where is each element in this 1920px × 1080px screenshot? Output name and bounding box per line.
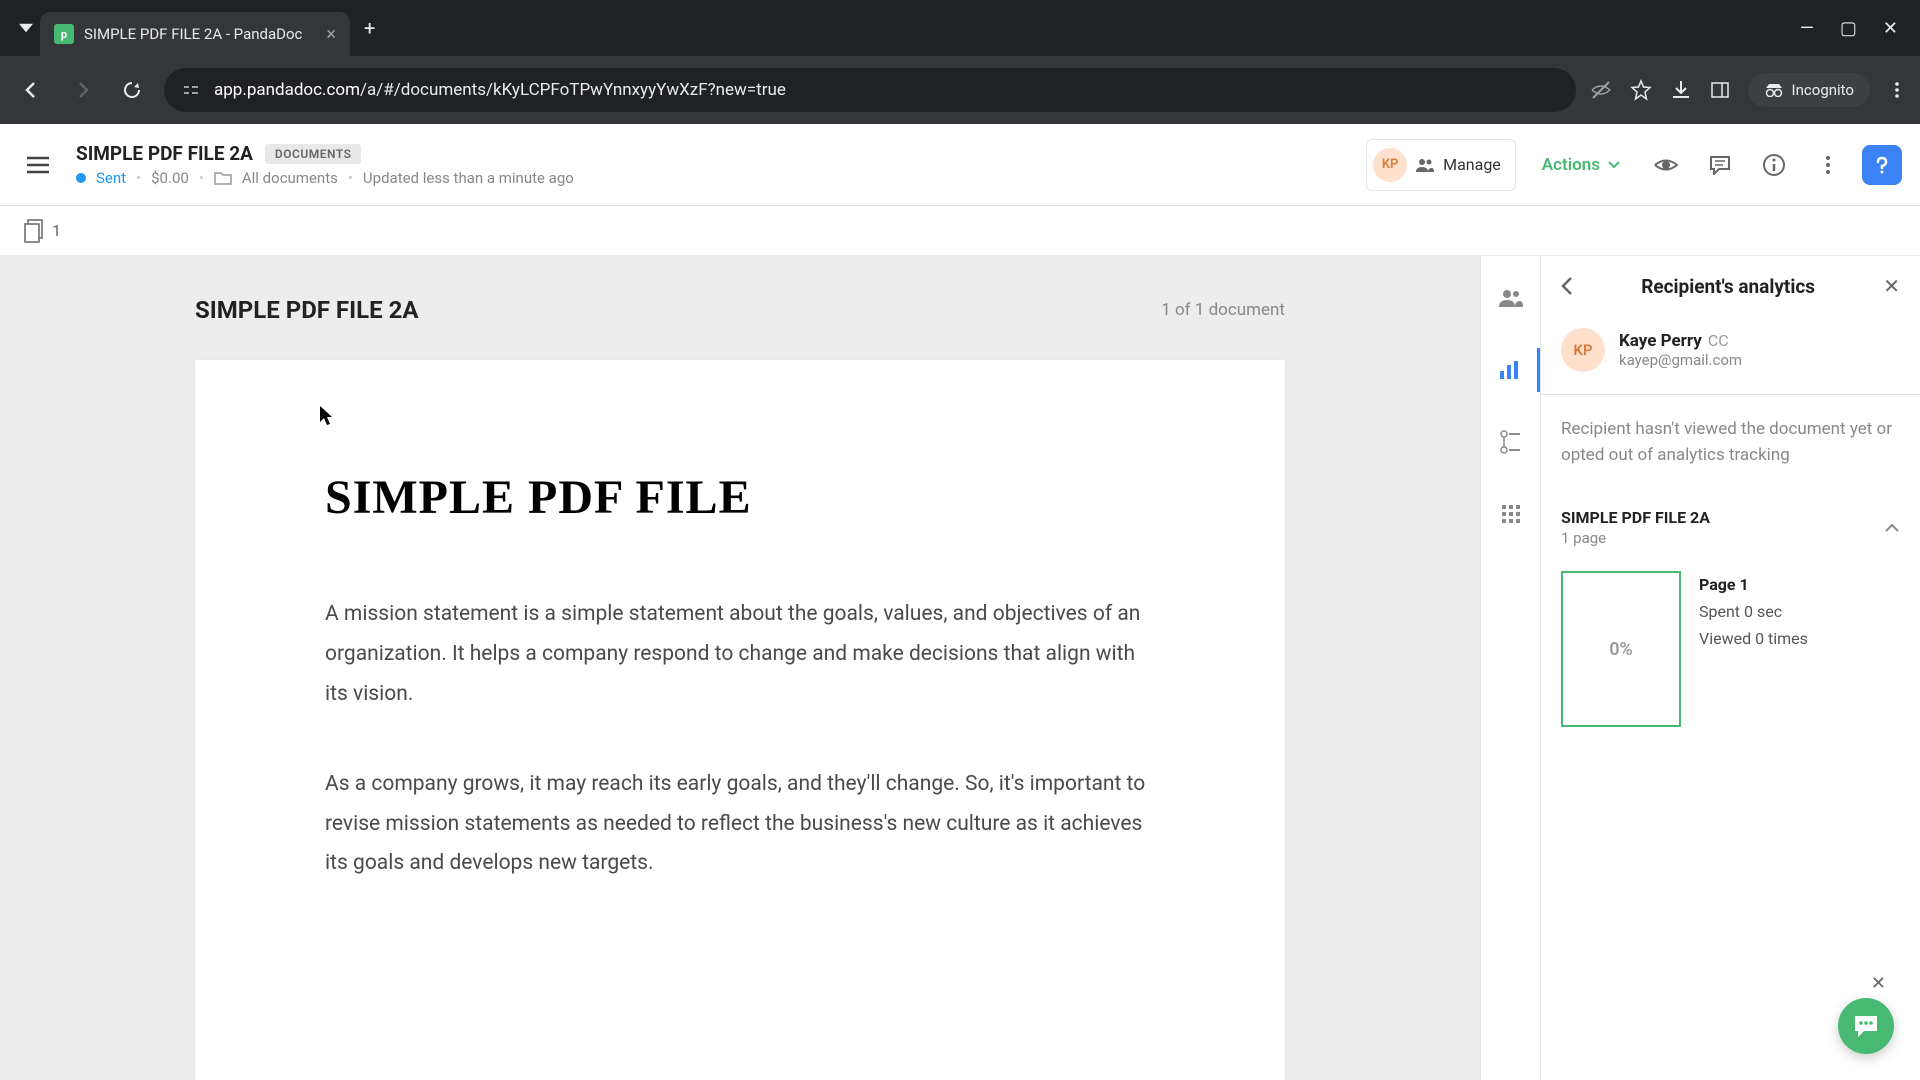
download-icon[interactable] bbox=[1670, 79, 1692, 101]
recipient-role: CC bbox=[1708, 331, 1729, 350]
forward-button[interactable] bbox=[64, 72, 100, 108]
chevron-down-icon bbox=[1608, 161, 1620, 169]
doc-section-pages: 1 page bbox=[1561, 529, 1710, 547]
document-viewport[interactable]: SIMPLE PDF FILE 2A 1 of 1 document SIMPL… bbox=[0, 256, 1480, 1080]
doc-price: $0.00 bbox=[151, 169, 189, 187]
chat-close-icon[interactable]: ✕ bbox=[1871, 973, 1886, 994]
panel-title: Recipient's analytics bbox=[1587, 275, 1869, 298]
avatar: KP bbox=[1373, 148, 1407, 182]
back-button[interactable] bbox=[14, 72, 50, 108]
page-indicator[interactable]: 1 bbox=[24, 219, 61, 243]
browser-tab[interactable]: p SIMPLE PDF FILE 2A - PandaDoc × bbox=[40, 12, 350, 56]
people-icon bbox=[1415, 157, 1435, 173]
url-bar: app.pandadoc.com/a/#/documents/kKyLCPFoT… bbox=[0, 56, 1920, 124]
doc-info: SIMPLE PDF FILE 2A DOCUMENTS Sent • $0.0… bbox=[76, 142, 1366, 187]
page-thumbnail[interactable]: 0% bbox=[1561, 571, 1681, 727]
panel-close-button[interactable]: ✕ bbox=[1883, 274, 1900, 298]
updated-text: Updated less than a minute ago bbox=[363, 169, 574, 187]
document-count: 1 of 1 document bbox=[1161, 300, 1285, 320]
close-window-icon[interactable]: ✕ bbox=[1883, 18, 1898, 39]
tab-search-dropdown[interactable] bbox=[12, 14, 40, 42]
incognito-icon bbox=[1764, 83, 1784, 97]
window-controls: — ▢ ✕ bbox=[1800, 18, 1908, 39]
more-menu-button[interactable] bbox=[1808, 145, 1848, 185]
incognito-badge[interactable]: Incognito bbox=[1748, 73, 1870, 107]
preview-button[interactable] bbox=[1646, 145, 1686, 185]
pdf-title: SIMPLE PDF FILE bbox=[325, 470, 1155, 525]
browser-chrome: p SIMPLE PDF FILE 2A - PandaDoc × + — ▢ … bbox=[0, 0, 1920, 124]
recipient-email: kayep@gmail.com bbox=[1619, 351, 1900, 369]
manage-button[interactable]: KP Manage bbox=[1366, 139, 1516, 191]
minimize-icon[interactable]: — bbox=[1800, 18, 1814, 39]
chevron-up-icon bbox=[1884, 523, 1900, 533]
tab-title: SIMPLE PDF FILE 2A - PandaDoc bbox=[84, 25, 316, 43]
site-info-icon[interactable] bbox=[182, 81, 200, 99]
not-viewed-message: Recipient hasn't viewed the document yet… bbox=[1541, 395, 1920, 490]
doc-analytics-section: SIMPLE PDF FILE 2A 1 page 0% Page 1 Spen… bbox=[1541, 490, 1920, 745]
right-rail bbox=[1480, 256, 1540, 1080]
app-header: SIMPLE PDF FILE 2A DOCUMENTS Sent • $0.0… bbox=[0, 124, 1920, 206]
reload-button[interactable] bbox=[114, 72, 150, 108]
address-bar[interactable]: app.pandadoc.com/a/#/documents/kKyLCPFoT… bbox=[164, 68, 1576, 112]
status-text: Sent bbox=[96, 169, 126, 187]
info-button[interactable] bbox=[1754, 145, 1794, 185]
analytics-icon[interactable] bbox=[1481, 348, 1540, 392]
chat-button[interactable] bbox=[1838, 998, 1894, 1054]
panel-back-button[interactable] bbox=[1561, 276, 1573, 296]
doc-section-title: SIMPLE PDF FILE 2A bbox=[1561, 508, 1710, 527]
spent-text: Spent 0 sec bbox=[1699, 598, 1808, 625]
folder-icon bbox=[214, 170, 232, 186]
pdf-paragraph-1: A mission statement is a simple statemen… bbox=[325, 595, 1155, 715]
analytics-panel: Recipient's analytics ✕ KP Kaye Perry CC … bbox=[1540, 256, 1920, 1080]
eye-off-icon[interactable] bbox=[1590, 79, 1612, 101]
folder-name[interactable]: All documents bbox=[242, 169, 338, 187]
tab-strip: p SIMPLE PDF FILE 2A - PandaDoc × + — ▢ … bbox=[0, 0, 1920, 56]
pdf-paragraph-2: As a company grows, it may reach its ear… bbox=[325, 765, 1155, 885]
comments-button[interactable] bbox=[1700, 145, 1740, 185]
favicon: p bbox=[54, 24, 74, 44]
browser-menu-icon[interactable] bbox=[1888, 81, 1906, 99]
doc-type-badge: DOCUMENTS bbox=[265, 144, 362, 164]
maximize-icon[interactable]: ▢ bbox=[1840, 18, 1857, 39]
actions-button[interactable]: Actions bbox=[1530, 147, 1632, 183]
bookmark-star-icon[interactable] bbox=[1630, 79, 1652, 101]
status-dot bbox=[76, 173, 86, 183]
tab-close-icon[interactable]: × bbox=[326, 24, 336, 45]
side-panel-icon[interactable] bbox=[1710, 80, 1730, 100]
panel-header: Recipient's analytics ✕ bbox=[1541, 256, 1920, 316]
pdf-page: SIMPLE PDF FILE A mission statement is a… bbox=[195, 360, 1285, 1080]
pages-icon bbox=[24, 219, 44, 243]
recipient-avatar: KP bbox=[1561, 328, 1605, 372]
page-stats: 0% Page 1 Spent 0 sec Viewed 0 times bbox=[1561, 571, 1900, 727]
recipient-name: Kaye Perry bbox=[1619, 331, 1702, 351]
hamburger-menu[interactable] bbox=[18, 145, 58, 185]
viewed-text: Viewed 0 times bbox=[1699, 625, 1808, 652]
document-name: SIMPLE PDF FILE 2A bbox=[195, 296, 418, 324]
header-actions: KP Manage Actions bbox=[1366, 139, 1902, 191]
url-text: app.pandadoc.com/a/#/documents/kKyLCPFoT… bbox=[214, 80, 786, 100]
page-label: Page 1 bbox=[1699, 571, 1808, 598]
new-tab-button[interactable]: + bbox=[364, 16, 375, 40]
doc-section-toggle[interactable]: SIMPLE PDF FILE 2A 1 page bbox=[1561, 508, 1900, 547]
apps-icon[interactable] bbox=[1489, 492, 1533, 536]
timeline-icon[interactable] bbox=[1489, 420, 1533, 464]
recipients-icon[interactable] bbox=[1489, 276, 1533, 320]
recipient-row: KP Kaye Perry CC kayep@gmail.com bbox=[1541, 316, 1920, 394]
sub-header: 1 bbox=[0, 206, 1920, 256]
help-button[interactable] bbox=[1862, 145, 1902, 185]
main-area: SIMPLE PDF FILE 2A 1 of 1 document SIMPL… bbox=[0, 256, 1920, 1080]
doc-title: SIMPLE PDF FILE 2A bbox=[76, 142, 253, 165]
